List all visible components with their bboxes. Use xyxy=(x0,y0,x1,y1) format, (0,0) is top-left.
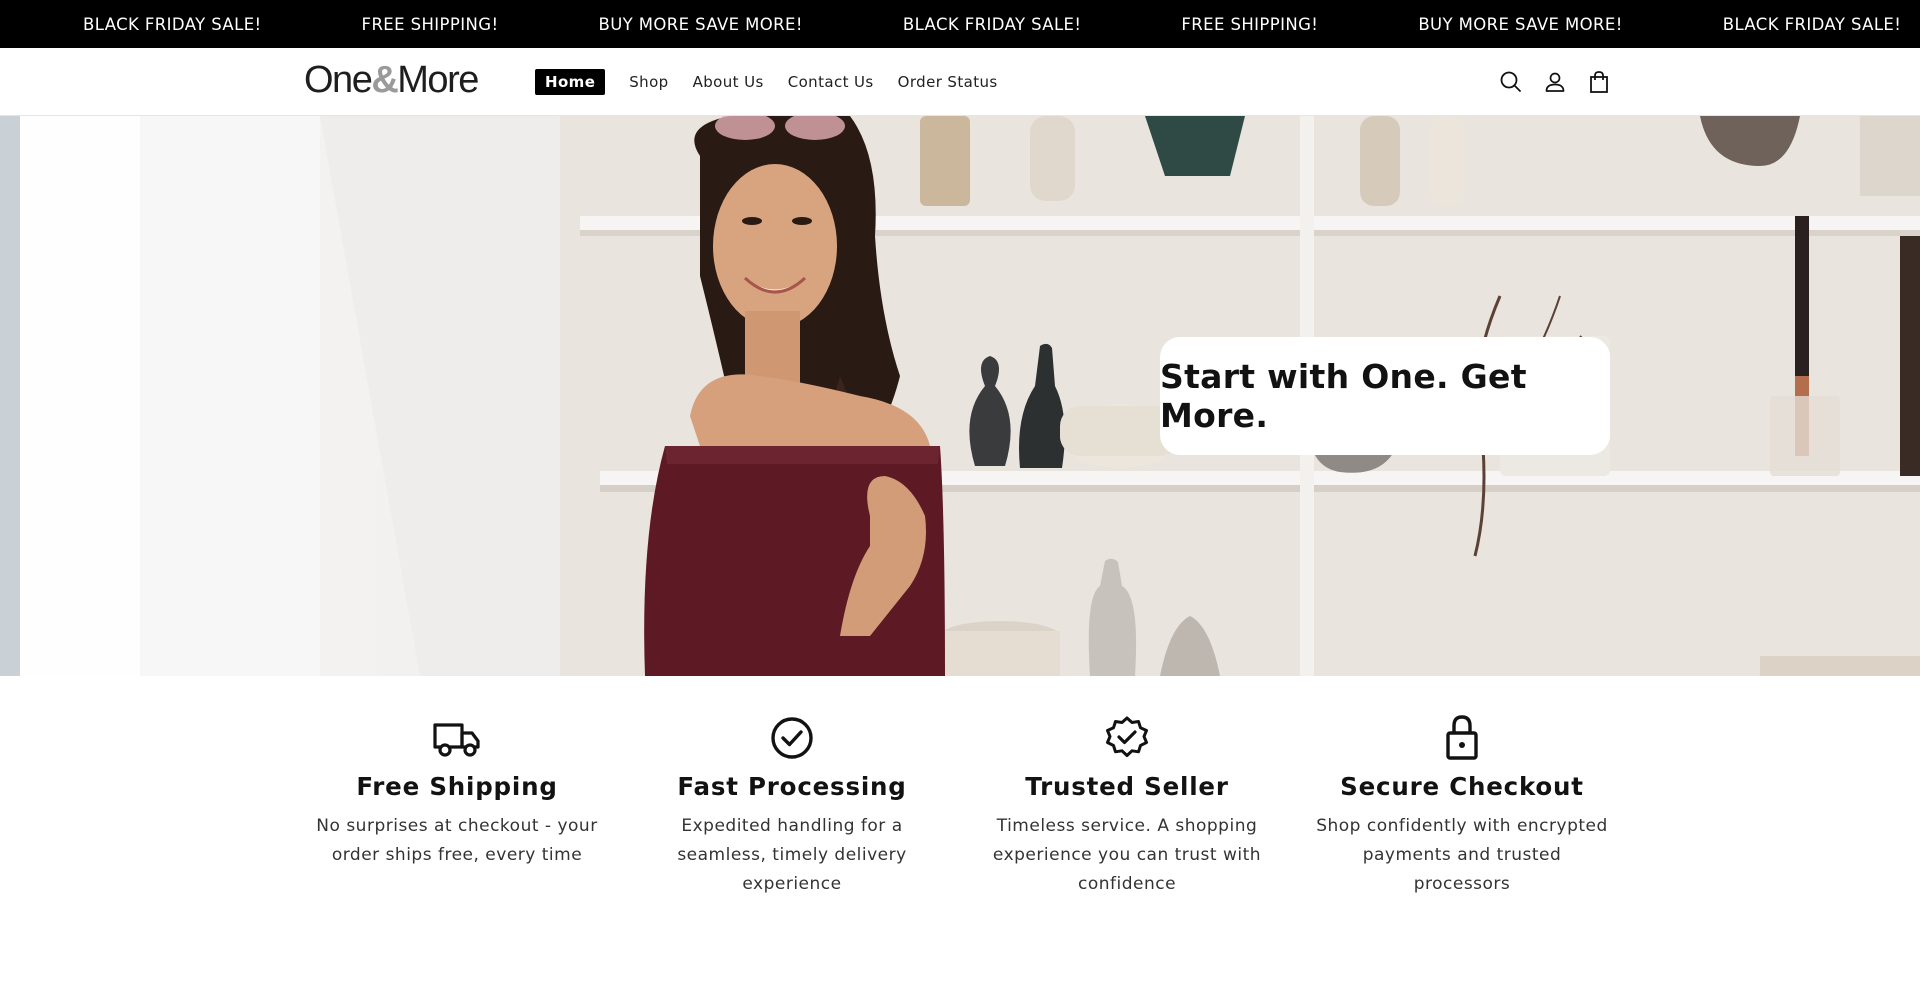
nav-about-us[interactable]: About Us xyxy=(693,69,764,95)
truck-icon xyxy=(432,713,482,763)
nav-home[interactable]: Home xyxy=(535,69,606,95)
feature-description: Shop confidently with encrypted payments… xyxy=(1316,816,1608,894)
feature-title: Fast Processing xyxy=(677,772,907,801)
feature-description: Timeless service. A shopping experience … xyxy=(992,816,1262,894)
announcement-item: BLACK FRIDAY SALE! xyxy=(902,14,1082,34)
badge-check-icon xyxy=(1102,713,1152,763)
feature-description: Expedited handling for a seamless, timel… xyxy=(677,816,907,894)
nav-shop[interactable]: Shop xyxy=(629,69,668,95)
lock-icon xyxy=(1437,713,1487,763)
feature-title: Secure Checkout xyxy=(1340,772,1584,801)
logo-ampersand: & xyxy=(371,59,398,101)
hero-banner: Start with One. Get More. xyxy=(0,116,1920,676)
announcement-bar: BLACK FRIDAY SALE! FREE SHIPPING! BUY MO… xyxy=(0,0,1920,48)
features-section: Free Shipping No surprises at checkout -… xyxy=(0,676,1920,993)
feature-title: Trusted Seller xyxy=(1025,772,1229,801)
nav-contact-us[interactable]: Contact Us xyxy=(788,69,874,95)
announcement-item: BLACK FRIDAY SALE! xyxy=(1722,14,1902,34)
announcement-item: BUY MORE SAVE MORE! xyxy=(598,14,803,34)
check-circle-icon xyxy=(767,713,817,763)
announcement-item: FREE SHIPPING! xyxy=(361,14,499,34)
feature-title: Free Shipping xyxy=(356,772,558,801)
logo[interactable]: One&More xyxy=(304,59,479,101)
announcement-track: BLACK FRIDAY SALE! FREE SHIPPING! BUY MO… xyxy=(0,0,1920,48)
feature-description: No surprises at checkout - your order sh… xyxy=(316,816,598,865)
announcement-item: FREE SHIPPING! xyxy=(1181,14,1319,34)
search-icon[interactable] xyxy=(1498,69,1524,95)
announcement-item: BUY MORE SAVE MORE! xyxy=(1418,14,1623,34)
hero-card: Start with One. Get More. xyxy=(1160,337,1610,455)
hero-title: Start with One. Get More. xyxy=(1160,357,1527,435)
account-icon[interactable] xyxy=(1542,69,1568,95)
main-nav: Home Shop About Us Contact Us Order Stat… xyxy=(535,68,1022,96)
cart-icon[interactable] xyxy=(1586,69,1612,95)
hero-image xyxy=(0,116,1920,676)
logo-text-more: More xyxy=(397,59,479,101)
logo-text-one: One xyxy=(304,59,373,101)
nav-order-status[interactable]: Order Status xyxy=(898,69,998,95)
announcement-item: BLACK FRIDAY SALE! xyxy=(83,14,262,34)
site-header: One&More Home Shop About Us Contact Us O… xyxy=(0,48,1920,116)
